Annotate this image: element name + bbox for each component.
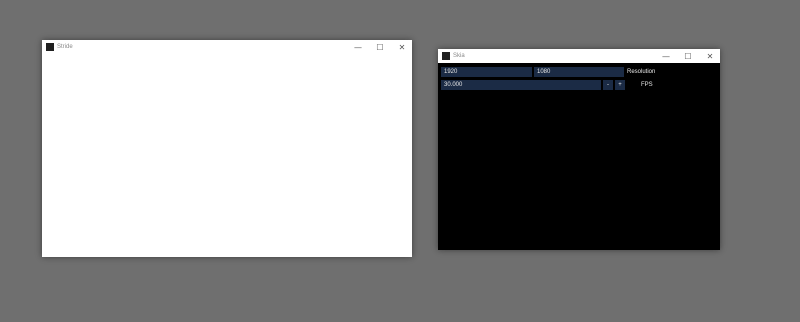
skia-canvas[interactable]: 1920 1080 Resolution 30.000 - + FPS	[438, 63, 720, 250]
fps-decrement-button[interactable]: -	[603, 80, 613, 90]
minimize-button[interactable]: —	[656, 49, 676, 63]
stride-window[interactable]: Stride — ☐ ✕	[42, 40, 412, 257]
skia-titlebar[interactable]: Skia — ☐ ✕	[438, 49, 720, 63]
skia-window[interactable]: Skia — ☐ ✕ 1920 1080 Resolution 30.000 -…	[438, 49, 720, 250]
app-icon	[46, 43, 54, 51]
maximize-button[interactable]: ☐	[370, 40, 390, 54]
fps-input[interactable]: 30.000	[441, 80, 601, 90]
resolution-label: Resolution	[627, 69, 656, 75]
minimize-button[interactable]: —	[348, 40, 368, 54]
fps-increment-button[interactable]: +	[615, 80, 625, 90]
close-button[interactable]: ✕	[700, 49, 720, 63]
fps-label: FPS	[641, 82, 653, 88]
close-button[interactable]: ✕	[392, 40, 412, 54]
stride-canvas[interactable]	[42, 54, 412, 257]
maximize-button[interactable]: ☐	[678, 49, 698, 63]
window-title: Skia	[453, 53, 465, 59]
resolution-height-input[interactable]: 1080	[534, 67, 624, 77]
resolution-width-input[interactable]: 1920	[441, 67, 532, 77]
app-icon	[442, 52, 450, 60]
window-title: Stride	[57, 44, 73, 50]
stride-titlebar[interactable]: Stride — ☐ ✕	[42, 40, 412, 54]
